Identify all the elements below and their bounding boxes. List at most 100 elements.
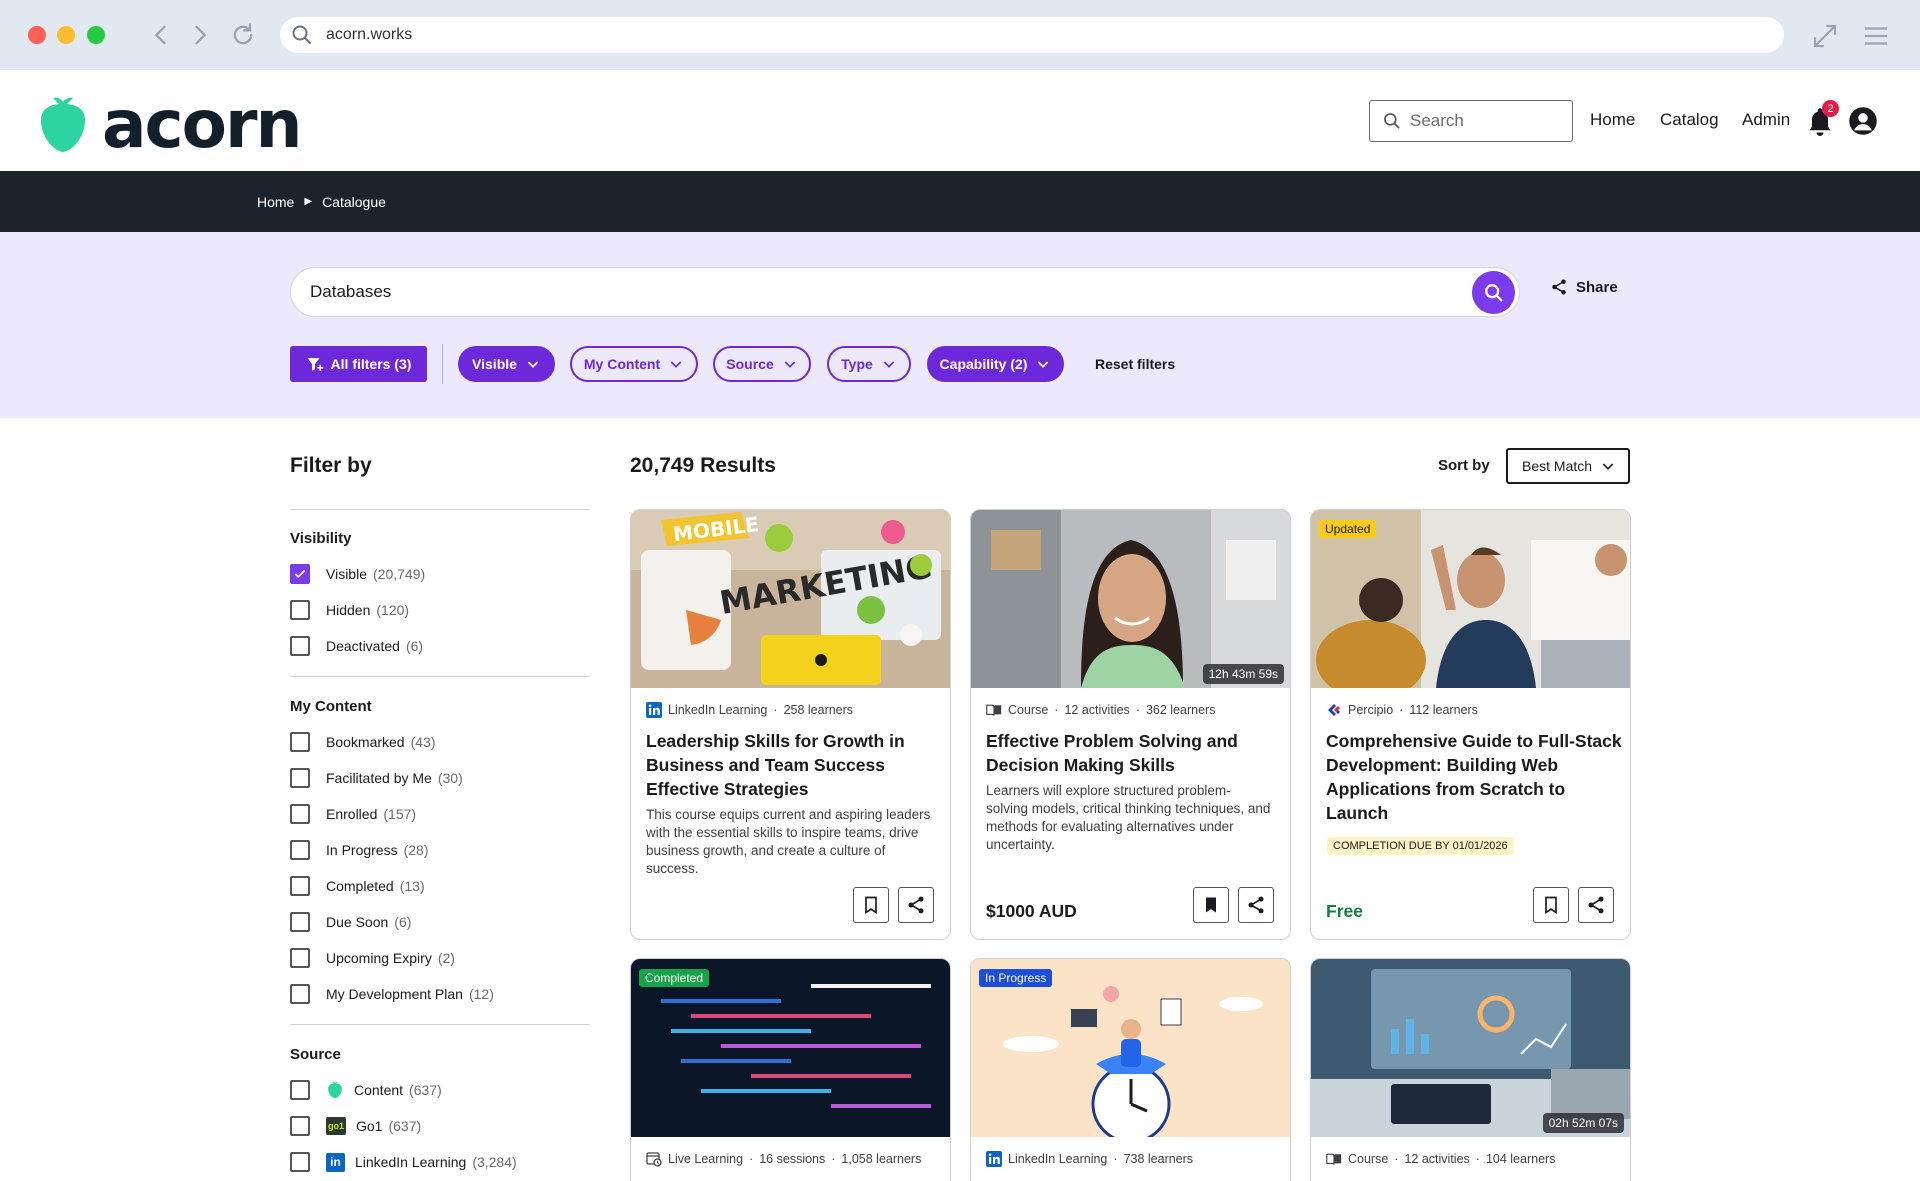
course-card[interactable]: 02h 52m 07s Course · 12 activities · 104… (1310, 958, 1631, 1181)
filter-option-source-content[interactable]: Content (637) (290, 1080, 442, 1100)
checkbox[interactable] (290, 840, 310, 860)
maximize-window-button[interactable] (87, 26, 105, 44)
checkbox[interactable] (290, 912, 310, 932)
course-thumbnail: Updated (1311, 510, 1630, 688)
course-card[interactable]: In Progress LinkedIn Learning · 738 lear… (970, 958, 1291, 1181)
reset-filters-button[interactable]: Reset filters (1095, 356, 1175, 372)
checkbox[interactable] (290, 984, 310, 1004)
forward-button[interactable] (185, 20, 215, 50)
filter-option-visible[interactable]: Visible (20,749) (290, 564, 425, 584)
search-filter-band: Share All filters (3) Visible My Content… (0, 232, 1920, 418)
account-button[interactable] (1848, 106, 1878, 136)
divider (290, 676, 590, 677)
card-title[interactable]: Leadership Skills for Growth in Business… (646, 729, 942, 801)
checkbox[interactable] (290, 1080, 310, 1100)
checkbox[interactable] (290, 636, 310, 656)
card-provider: Live Learning (668, 1152, 744, 1166)
course-thumbnail: 12h 43m 59s (971, 510, 1290, 688)
breadcrumb-catalogue: Catalogue (322, 193, 386, 210)
checkbox-checked[interactable] (290, 564, 310, 584)
browser-menu-button[interactable] (1860, 20, 1892, 52)
filter-option-bookmarked[interactable]: Bookmarked (43) (290, 732, 436, 752)
course-card[interactable]: Completed Live Learning · 16 sessions · … (630, 958, 951, 1181)
reload-button[interactable] (228, 20, 258, 50)
share-button[interactable] (1238, 887, 1274, 923)
expand-icon (1813, 24, 1837, 48)
group-title-visibility: Visibility (290, 530, 352, 547)
nav-home[interactable]: Home (1590, 110, 1635, 130)
card-price: Free (1326, 901, 1363, 921)
checkbox[interactable] (290, 732, 310, 752)
course-card[interactable]: Updated Percipio · 112 learners Comprehe… (1310, 509, 1631, 940)
bookmark-button[interactable] (1193, 887, 1229, 923)
search-submit-button[interactable] (1472, 271, 1515, 314)
filter-chip-visible[interactable]: Visible (458, 346, 555, 382)
header-search-input[interactable] (1410, 111, 1560, 131)
close-window-button[interactable] (28, 26, 46, 44)
option-count: (30) (437, 770, 463, 786)
checkbox[interactable] (290, 1116, 310, 1136)
option-label: Content (354, 1082, 404, 1098)
checkbox[interactable] (290, 768, 310, 788)
checkbox[interactable] (290, 948, 310, 968)
divider (290, 509, 590, 510)
chevron-right-icon (195, 25, 207, 45)
card-title[interactable]: Effective Problem Solving and Decision M… (986, 729, 1282, 777)
filter-by-title: Filter by (290, 454, 372, 477)
card-meta: Percipio · 112 learners (1326, 702, 1478, 718)
nav-admin[interactable]: Admin (1742, 110, 1790, 130)
search-icon (1384, 113, 1400, 129)
filter-option-deactivated[interactable]: Deactivated (6) (290, 636, 423, 656)
analytics-dashboard-image (1311, 959, 1630, 1137)
filter-option-in-progress[interactable]: In Progress (28) (290, 840, 429, 860)
share-search-button[interactable]: Share (1550, 278, 1618, 296)
acorn-logo[interactable]: acorn (38, 92, 303, 158)
checkbox[interactable] (290, 1152, 310, 1172)
filter-option-completed[interactable]: Completed (13) (290, 876, 425, 896)
sort-value: Best Match (1522, 458, 1593, 474)
filter-option-source-linkedin[interactable]: in LinkedIn Learning (3,284) (290, 1152, 517, 1172)
checkbox[interactable] (290, 804, 310, 824)
status-tag-completed: Completed (639, 969, 710, 987)
option-count: (6) (394, 914, 412, 930)
sort-dropdown[interactable]: Best Match (1506, 448, 1630, 484)
filter-chip-my-content[interactable]: My Content (570, 346, 698, 382)
share-button[interactable] (1578, 887, 1614, 923)
minimize-window-button[interactable] (57, 26, 75, 44)
card-title[interactable]: Comprehensive Guide to Full-Stack Develo… (1326, 729, 1622, 825)
filter-option-my-development-plan[interactable]: My Development Plan (12) (290, 984, 494, 1004)
header-search[interactable] (1369, 100, 1573, 142)
address-bar[interactable]: acorn.works (280, 17, 1784, 53)
catalog-search[interactable] (290, 267, 1520, 317)
bookmark-button[interactable] (853, 887, 889, 923)
filter-chip-source[interactable]: Source (713, 346, 811, 382)
catalog-search-input[interactable] (310, 282, 1410, 302)
linkedin-icon: in (326, 1152, 345, 1172)
nav-catalog[interactable]: Catalog (1660, 110, 1719, 130)
bookmark-button[interactable] (1533, 887, 1569, 923)
all-filters-button[interactable]: All filters (3) (290, 346, 427, 382)
breadcrumb-home[interactable]: Home (257, 194, 294, 210)
filter-chip-capability[interactable]: Capability (2) (927, 346, 1064, 382)
share-button[interactable] (898, 887, 934, 923)
back-button[interactable] (146, 20, 176, 50)
meta-separator: · (1394, 1152, 1399, 1166)
option-count: (6) (405, 638, 424, 654)
filter-option-source-go1[interactable]: go1 Go1 (637) (290, 1116, 421, 1136)
filter-option-enrolled[interactable]: Enrolled (157) (290, 804, 416, 824)
breadcrumb-separator-icon: ▶ (304, 196, 313, 207)
option-label: My Development Plan (326, 986, 463, 1002)
course-thumbnail: MOBILE MARKETING (631, 510, 950, 688)
fullscreen-button[interactable] (1809, 20, 1841, 52)
checkbox[interactable] (290, 600, 310, 620)
filter-option-hidden[interactable]: Hidden (120) (290, 600, 409, 620)
course-card[interactable]: 12h 43m 59s Course · 12 activities · 362… (970, 509, 1291, 940)
course-card[interactable]: MOBILE MARKETING LinkedIn Learning · 258… (630, 509, 951, 940)
filter-option-due-soon[interactable]: Due Soon (6) (290, 912, 411, 932)
filter-option-facilitated-by-me[interactable]: Facilitated by Me (30) (290, 768, 463, 788)
notifications-button[interactable]: 2 (1806, 100, 1839, 136)
filter-option-upcoming-expiry[interactable]: Upcoming Expiry (2) (290, 948, 455, 968)
checkbox[interactable] (290, 876, 310, 896)
option-label: LinkedIn Learning (355, 1154, 467, 1170)
filter-chip-type[interactable]: Type (827, 346, 911, 382)
